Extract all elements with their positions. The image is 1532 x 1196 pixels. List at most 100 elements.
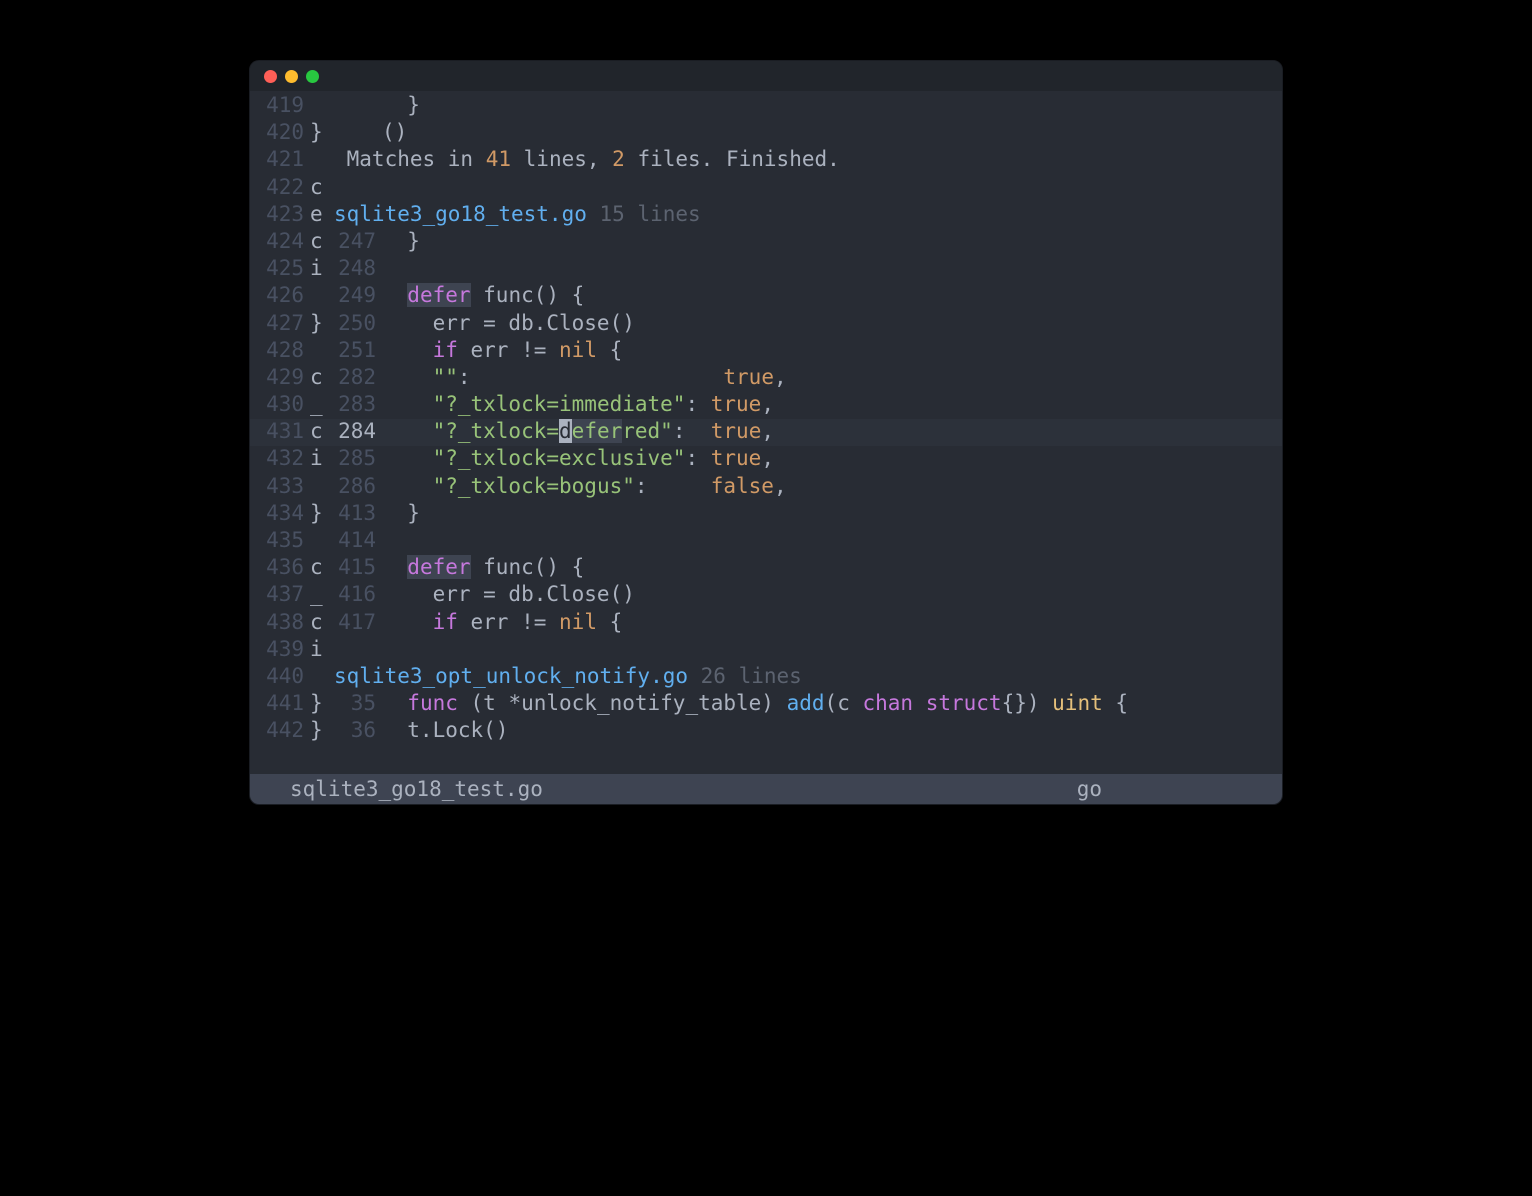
inner-line-number: 36 <box>334 718 382 742</box>
code-line: 422 c <box>250 175 1282 202</box>
fold-col: i <box>310 446 334 470</box>
fold-col: _ <box>310 392 334 416</box>
inner-line-number: 249 <box>334 283 382 307</box>
inner-line-number: 282 <box>334 365 382 389</box>
titlebar <box>250 61 1282 91</box>
line-number: 419 <box>250 93 310 117</box>
line-number: 427 <box>250 311 310 335</box>
fold-col: c <box>310 175 334 199</box>
file-header-line[interactable]: 440 sqlite3_opt_unlock_notify.go 26 line… <box>250 664 1282 691</box>
line-number: 428 <box>250 338 310 362</box>
file-header: sqlite3_go18_test.go 15 lines <box>334 202 701 226</box>
code-line: 437 _ 416 err = db.Close() <box>250 582 1282 609</box>
line-number: 421 <box>250 147 310 171</box>
line-number: 430 <box>250 392 310 416</box>
fold-col: } <box>310 691 334 715</box>
inner-line-number: 247 <box>334 229 382 253</box>
code-line: 434 } 413 } <box>250 501 1282 528</box>
inner-line-number: 250 <box>334 311 382 335</box>
statusbar: sqlite3_go18_test.go go <box>250 774 1282 804</box>
fold-col: } <box>310 311 334 335</box>
file-header-line[interactable]: 423 e sqlite3_go18_test.go 15 lines <box>250 202 1282 229</box>
fold-col <box>310 283 334 307</box>
line-number: 437 <box>250 582 310 606</box>
fold-col: i <box>310 637 334 661</box>
code-line: 442 } 36 t.Lock() <box>250 718 1282 745</box>
fold-col: c <box>310 555 334 579</box>
code-line: 433 286 "?_txlock=bogus": false, <box>250 474 1282 501</box>
code-text: () <box>382 120 407 144</box>
code-text: if err != nil { <box>382 610 622 634</box>
line-number: 435 <box>250 528 310 552</box>
fold-col: i <box>310 256 334 280</box>
code-line: 426 249 defer func() { <box>250 283 1282 310</box>
line-number: 423 <box>250 202 310 226</box>
inner-line-number: 284 <box>334 419 382 443</box>
fold-col: c <box>310 610 334 634</box>
code-line: 427 } 250 err = db.Close() <box>250 311 1282 338</box>
search-summary-line: 421 Matches in 41 lines, 2 files. Finish… <box>250 147 1282 174</box>
code-line: 424 c 247 } <box>250 229 1282 256</box>
fold-col: e <box>310 202 334 226</box>
inner-line-number: 413 <box>334 501 382 525</box>
code-text: "": true, <box>382 365 787 389</box>
code-text: err = db.Close() <box>382 311 635 335</box>
search-summary: Matches in 41 lines, 2 files. Finished. <box>334 147 840 171</box>
code-line-active: 431 c 284 "?_txlock=deferred": true, <box>250 419 1282 446</box>
fold-col: c <box>310 419 334 443</box>
code-line: 435 414 <box>250 528 1282 555</box>
inner-line-number: 285 <box>334 446 382 470</box>
inner-line-number: 286 <box>334 474 382 498</box>
close-icon[interactable] <box>264 70 277 83</box>
code-text: } <box>382 93 420 117</box>
inner-line-number: 416 <box>334 582 382 606</box>
line-number: 441 <box>250 691 310 715</box>
code-text: defer func() { <box>382 283 584 307</box>
inner-line-number: 417 <box>334 610 382 634</box>
fold-col <box>310 474 334 498</box>
code-text: "?_txlock=bogus": false, <box>382 474 787 498</box>
line-number: 422 <box>250 175 310 199</box>
code-text: t.Lock() <box>382 718 508 742</box>
status-lang: go <box>1077 777 1102 801</box>
fold-col <box>310 528 334 552</box>
code-line: 429 c 282 "": true, <box>250 365 1282 392</box>
fold-col: } <box>310 718 334 742</box>
fold-col <box>310 338 334 362</box>
code-text: defer func() { <box>382 555 584 579</box>
code-line: 430 _ 283 "?_txlock=immediate": true, <box>250 392 1282 419</box>
inner-line-number: 283 <box>334 392 382 416</box>
code-line: 438 c 417 if err != nil { <box>250 610 1282 637</box>
code-text: } <box>382 229 420 253</box>
code-text: err = db.Close() <box>382 582 635 606</box>
inner-line-number: 248 <box>334 256 382 280</box>
line-number: 424 <box>250 229 310 253</box>
code-line: 419 } <box>250 93 1282 120</box>
line-number: 429 <box>250 365 310 389</box>
fold-col <box>310 147 334 171</box>
fold-col: _ <box>310 582 334 606</box>
code-editor[interactable]: 419 } 420 } () 421 Matches in 41 lines, … <box>250 91 1282 774</box>
status-filename: sqlite3_go18_test.go <box>290 777 543 801</box>
line-number: 426 <box>250 283 310 307</box>
maximize-icon[interactable] <box>306 70 319 83</box>
line-number: 436 <box>250 555 310 579</box>
code-line: 439 i <box>250 637 1282 664</box>
inner-line-number: 35 <box>334 691 382 715</box>
fold-col: } <box>310 501 334 525</box>
fold-col <box>310 664 334 688</box>
code-text: } <box>382 501 420 525</box>
code-line: 436 c 415 defer func() { <box>250 555 1282 582</box>
editor-window: 419 } 420 } () 421 Matches in 41 lines, … <box>249 60 1283 805</box>
line-number: 420 <box>250 120 310 144</box>
line-number: 431 <box>250 419 310 443</box>
code-line: 425 i 248 <box>250 256 1282 283</box>
minimize-icon[interactable] <box>285 70 298 83</box>
code-text: "?_txlock=immediate": true, <box>382 392 774 416</box>
inner-line-number: 415 <box>334 555 382 579</box>
code-line: 441 } 35 func (t *unlock_notify_table) a… <box>250 691 1282 718</box>
line-number: 425 <box>250 256 310 280</box>
code-text: func (t *unlock_notify_table) add(c chan… <box>382 691 1128 715</box>
fold-col: } <box>310 120 334 144</box>
line-number: 433 <box>250 474 310 498</box>
